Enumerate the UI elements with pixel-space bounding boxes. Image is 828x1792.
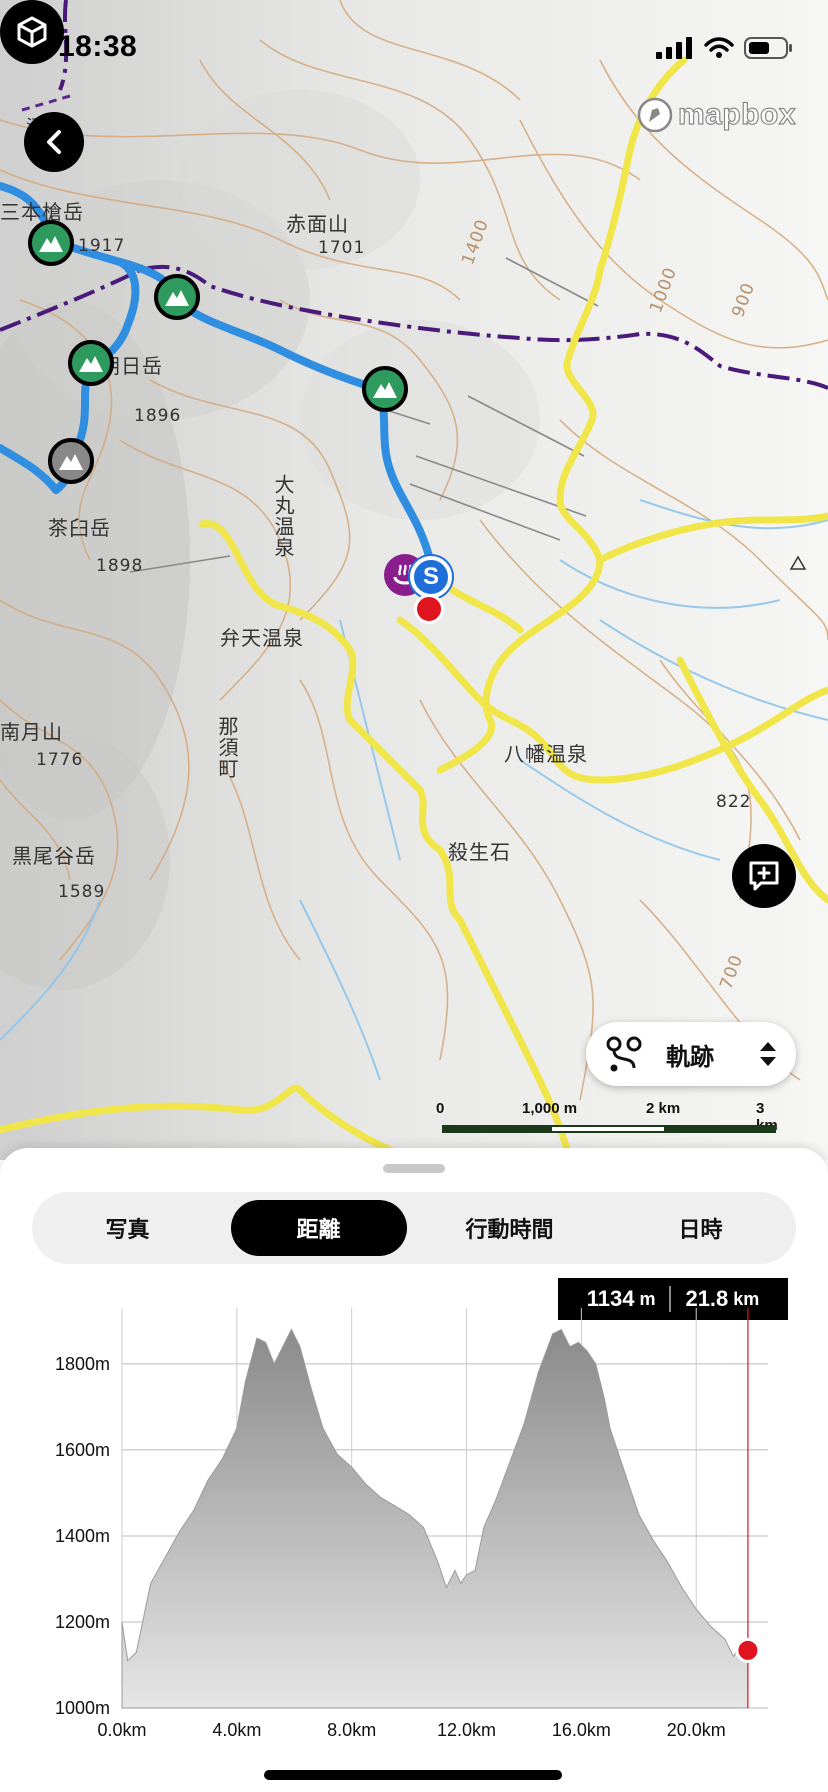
map-label-elev-1898: 1898 — [96, 556, 144, 576]
sheet-drag-handle[interactable] — [383, 1164, 445, 1173]
tab-photos[interactable]: 写真 — [40, 1200, 216, 1256]
mountain-icon — [39, 236, 63, 252]
home-indicator — [264, 1770, 562, 1780]
mapbox-attribution[interactable]: mapbox — [636, 96, 796, 134]
x-tick-label: 20.0km — [667, 1720, 726, 1740]
mapbox-wordmark: mapbox — [677, 97, 797, 131]
readout-elevation-unit: m — [639, 1288, 656, 1309]
x-tick-label: 0.0km — [97, 1720, 146, 1740]
y-tick-label: 1200m — [55, 1612, 110, 1632]
elevation-area-series — [121, 1328, 749, 1709]
tab-activity-time[interactable]: 行動時間 — [422, 1200, 598, 1256]
y-tick-label: 1000m — [55, 1698, 110, 1718]
track-label: 軌跡 — [666, 1042, 714, 1071]
sort-arrows-icon — [760, 1042, 776, 1066]
map-label-nasu-town: 那須町 — [215, 716, 239, 779]
x-tick-label: 4.0km — [212, 1720, 261, 1740]
x-tick-label: 8.0km — [327, 1720, 376, 1740]
status-icons — [656, 36, 794, 60]
peak-marker[interactable] — [28, 220, 74, 266]
add-note-button[interactable] — [732, 844, 796, 908]
cube-icon — [17, 16, 47, 48]
peak-marker-grey[interactable] — [48, 438, 94, 484]
3d-view-button[interactable] — [0, 0, 64, 64]
chevron-left-icon — [47, 130, 61, 154]
map-scale-bar: 0 1,000 m 2 km 3 km — [436, 1100, 781, 1136]
map-label-elev-1917: 1917 — [78, 236, 126, 256]
y-tick-label: 1800m — [55, 1354, 110, 1374]
x-tick-label: 16.0km — [552, 1720, 611, 1740]
mountain-icon — [373, 382, 397, 398]
map-label-kurooya: 黒尾谷岳 — [12, 844, 96, 868]
peak-marker[interactable] — [68, 340, 114, 386]
elevation-profile-chart[interactable]: 1000m 1200m 1400m 1600m 1800m 0.0km 4.0km 8.0km… — [0, 1308, 828, 1752]
y-tick-label: 1400m — [55, 1526, 110, 1546]
map-label-elev-1896: 1896 — [134, 406, 182, 426]
scale-tick: 2 km — [646, 1100, 681, 1117]
status-time: 18:38 — [58, 30, 138, 63]
chart-position-marker[interactable] — [735, 1637, 761, 1663]
map-label-minamigassan: 南月山 — [0, 720, 63, 744]
tab-datetime[interactable]: 日時 — [613, 1200, 789, 1256]
map-label-yawata-onsen: 八幡温泉 — [504, 742, 588, 766]
map-label-chausu: 茶臼岳 — [48, 516, 111, 540]
start-icon: S — [422, 563, 439, 590]
signal-icon — [656, 37, 692, 59]
scale-tick: 1,000 m — [522, 1100, 578, 1117]
map-label-benten-onsen: 弁天温泉 — [220, 626, 304, 650]
map-view[interactable]: 三本槍岳 1917 赤面山 1701 朝日岳 1896 茶臼岳 1898 南月山… — [0, 0, 828, 1160]
readout-distance-unit: km — [733, 1288, 760, 1309]
wifi-icon — [704, 37, 734, 58]
battery-icon — [744, 37, 792, 59]
start-marker[interactable]: S — [410, 556, 452, 598]
map-label-elev-1776: 1776 — [36, 750, 84, 770]
map-label-omaru-onsen: 大丸温泉 — [271, 474, 295, 558]
mountain-icon — [165, 290, 189, 306]
peak-marker[interactable] — [362, 366, 408, 412]
chart-mode-tabs: 写真 距離 行動時間 日時 — [32, 1192, 796, 1264]
mountain-icon — [59, 454, 83, 470]
scale-tick: 0 — [436, 1100, 445, 1117]
peak-marker[interactable] — [154, 274, 200, 320]
y-tick-label: 1600m — [55, 1440, 110, 1460]
track-display-toggle[interactable]: 軌跡 — [586, 1022, 796, 1086]
track-detail-sheet: 写真 距離 行動時間 日時 1134 m 21.8 km 1000m 1200m 1… — [0, 1148, 828, 1792]
map-label-elev-822: 822 — [716, 792, 752, 812]
tab-distance[interactable]: 距離 — [230, 1200, 407, 1256]
note-plus-icon — [749, 861, 779, 891]
route-icon — [606, 1036, 642, 1072]
map-label-elev-1701: 1701 — [318, 238, 366, 258]
current-position-dot — [414, 594, 444, 624]
map-label-sessho-seki: 殺生石 — [448, 840, 511, 864]
mountain-icon — [79, 356, 103, 372]
x-tick-label: 12.0km — [437, 1720, 496, 1740]
mapbox-logo-icon — [637, 97, 673, 133]
map-label-akazura: 赤面山 — [286, 212, 349, 236]
back-button[interactable] — [24, 112, 84, 172]
map-label-elev-1589: 1589 — [58, 882, 106, 902]
summit-triangle-icon — [790, 556, 806, 570]
